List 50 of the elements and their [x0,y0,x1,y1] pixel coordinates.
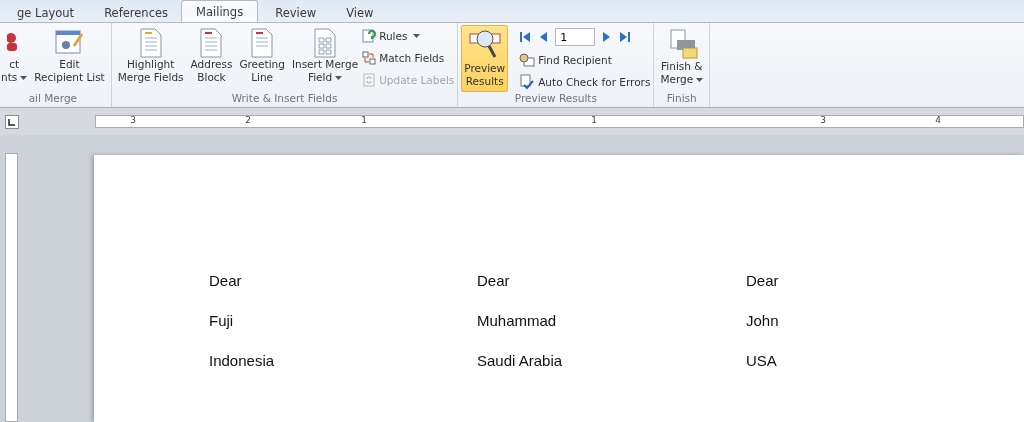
document-text: Dear [746,271,780,291]
ruler-number: 1 [591,115,597,125]
document-text: Fuji [209,311,235,331]
ruler-number: 1 [361,115,367,125]
ribbon-tab[interactable]: Mailings [181,0,259,22]
document-text: Dear [209,271,243,291]
document-text: Indonesia [209,351,276,371]
find-person-icon [519,53,536,67]
ribbon-button[interactable]: Edit Recipient List [31,25,108,92]
group-label: ail Merge [27,92,79,106]
left-tab-icon [8,118,15,126]
ruler-number: 2 [245,115,251,125]
group-label: Finish [665,92,698,106]
group-label: Write & Insert Fields [230,92,339,106]
ribbon-button[interactable]: Finish & Merge [657,25,707,92]
document-text: Muhammad [477,311,558,331]
rules-icon [362,29,377,43]
ribbon-small-button[interactable]: Find Recipient [519,50,651,70]
document-text: John [746,311,780,331]
ribbon-small-button[interactable]: Auto Check for Errors [519,72,651,92]
document-text: Saudi Arabia [477,351,564,371]
ribbon-tab[interactable]: View [333,2,387,22]
update-icon [362,73,377,87]
record-number-field[interactable]: 1 [555,28,596,46]
ribbon-button[interactable]: Address Block [187,25,236,92]
ribbon-button[interactable]: Insert Merge Field [288,25,362,92]
tab-selector[interactable] [5,114,19,129]
ruler-number: 3 [820,115,826,125]
ruler-number: 4 [935,115,941,125]
document-icon [249,28,276,58]
check-document-icon [519,74,536,90]
ribbon-tab[interactable]: Review [262,2,330,22]
group-label: Preview Results [513,92,598,106]
ribbon-small-button[interactable]: Match Fields [362,48,455,68]
ruler-number: 3 [130,115,136,125]
document-icon [198,28,225,58]
document-text: Dear [477,271,511,291]
grid-document-icon [312,28,338,58]
ribbon-button[interactable]: ct nts [0,25,31,92]
document-text: USA [746,351,778,371]
ribbon-button[interactable]: Highlight Merge Fields [114,25,187,92]
ribbon-small-button[interactable]: Rules [362,26,455,46]
ribbon-button[interactable]: Preview Results [461,25,509,92]
document-icon [137,28,164,58]
last-record-icon[interactable] [619,31,632,43]
ribbon-button[interactable]: Greeting Line [236,25,288,92]
first-record-icon[interactable] [519,31,532,43]
ribbon-tab[interactable]: References [91,2,182,22]
match-fields-icon [362,51,377,65]
ribbon-tab[interactable]: ge Layout [4,2,88,22]
